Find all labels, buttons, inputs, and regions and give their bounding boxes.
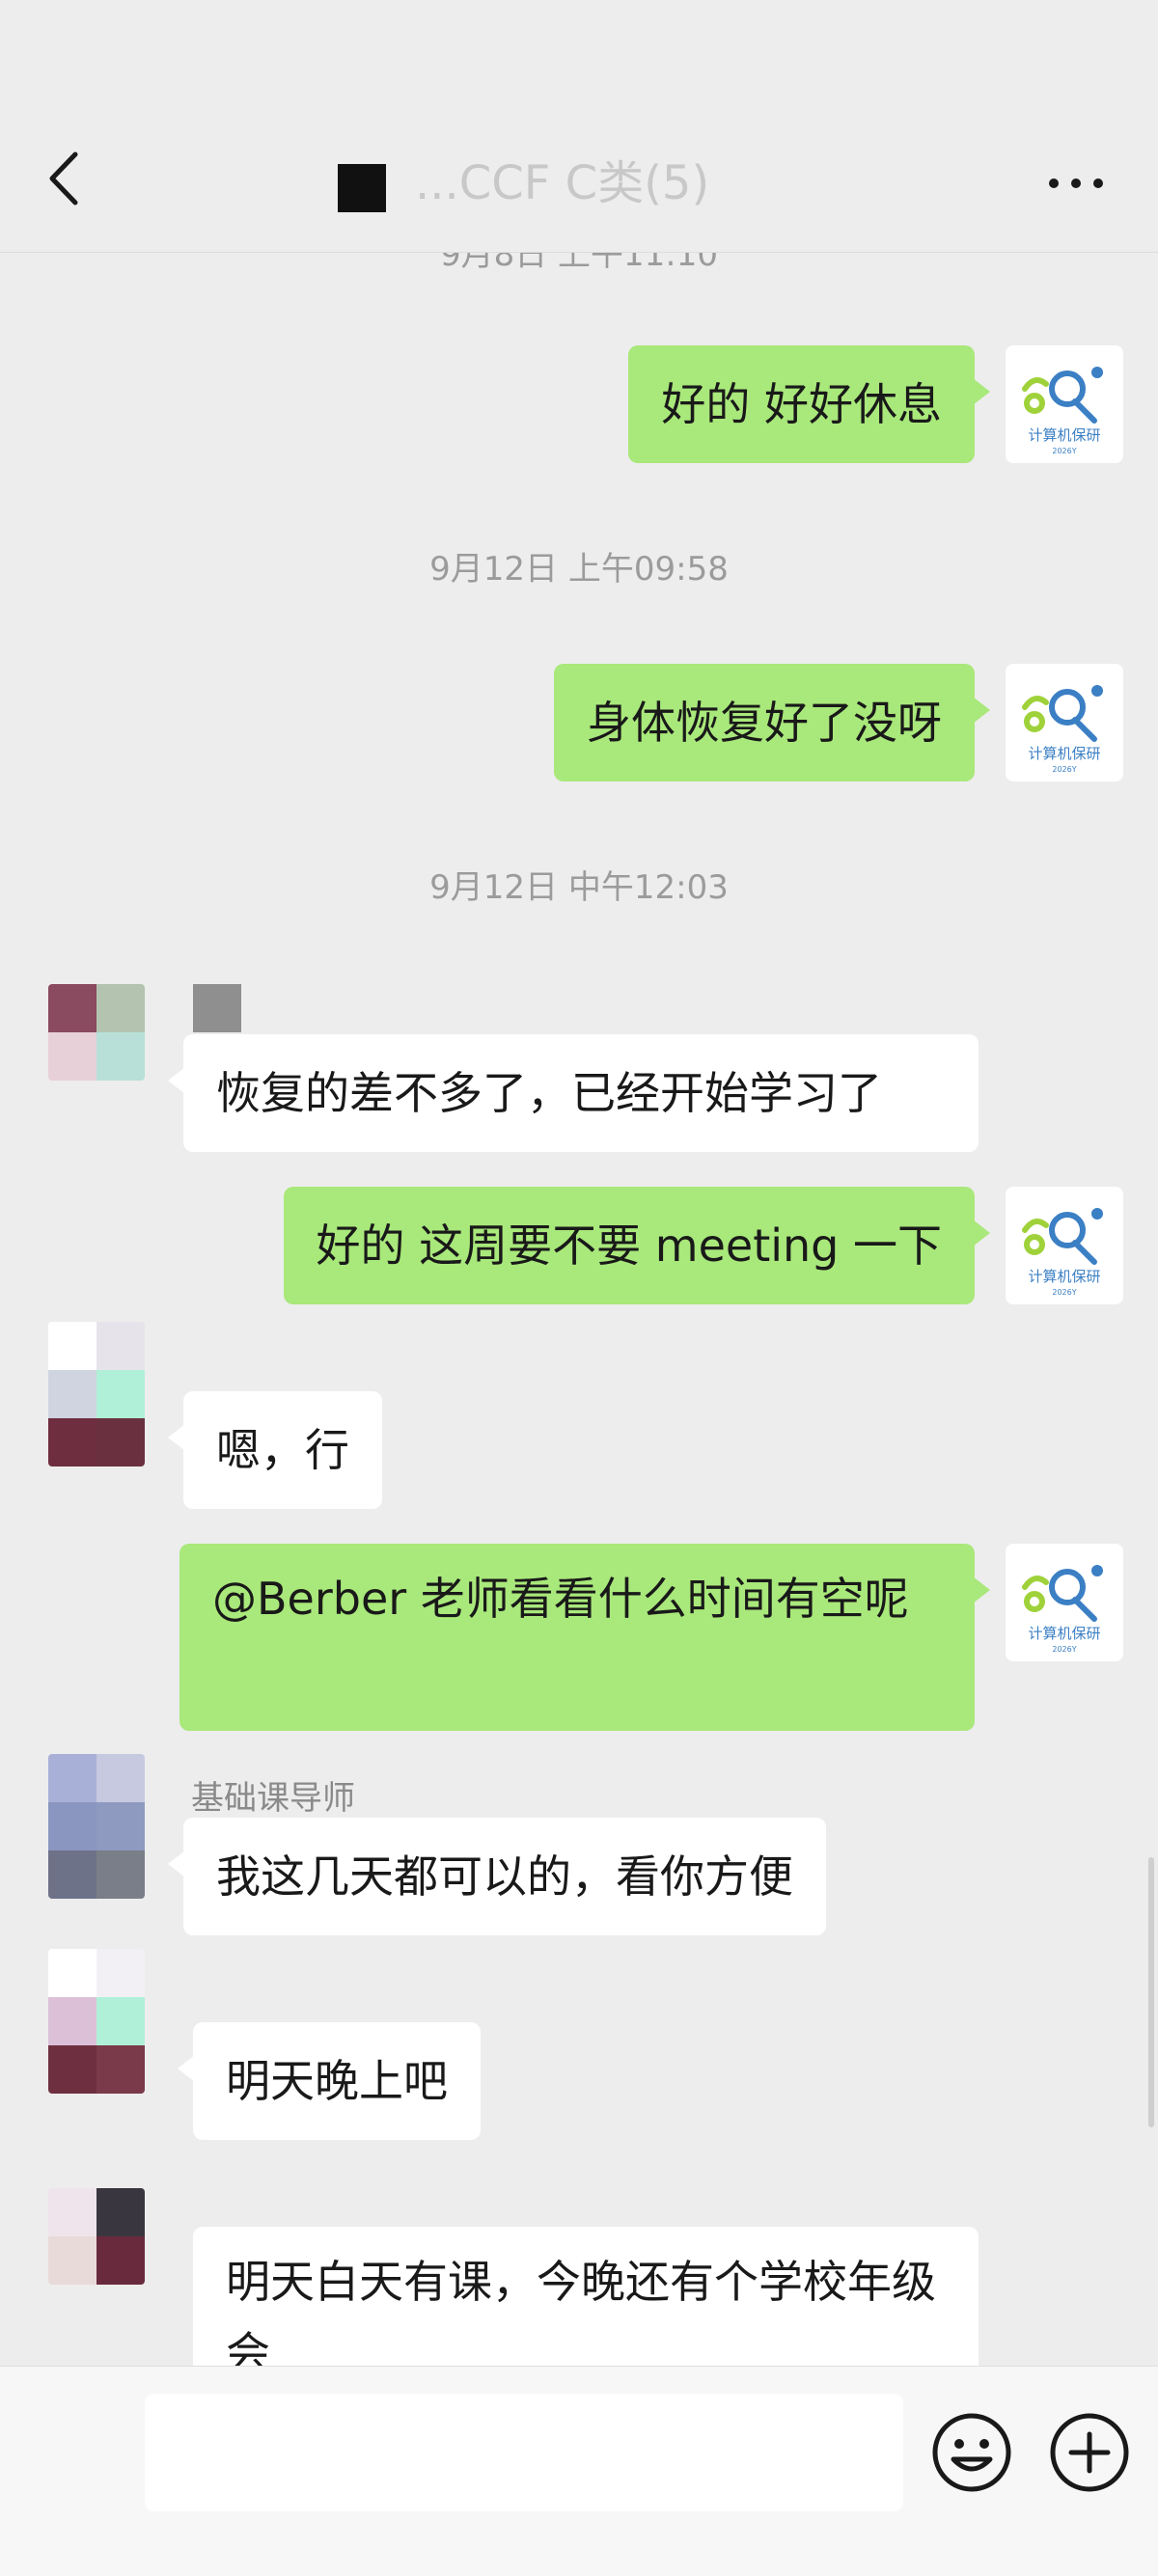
svg-text:计算机保研: 计算机保研	[1028, 1625, 1100, 1642]
more-button[interactable]	[1042, 154, 1110, 212]
message-bubble-received[interactable]: 恢复的差不多了，已经开始学习了	[168, 1034, 979, 1152]
plus-button[interactable]	[1048, 2411, 1131, 2494]
avatar-other[interactable]	[48, 984, 145, 1081]
avatar-mosaic	[48, 1322, 145, 1466]
timestamp: 9月12日 中午12:03	[429, 868, 729, 907]
message-bubble-sent[interactable]: @Berber 老师看看什么时间有空呢	[179, 1544, 990, 1731]
avatar-self[interactable]: 计算机保研 2026Y	[1006, 1544, 1123, 1661]
message-bubble-received[interactable]: 明天晚上吧	[178, 2022, 481, 2140]
message-bubble-received[interactable]: 我这几天都可以的，看你方便	[168, 1818, 826, 1935]
sender-name-redaction	[193, 984, 241, 1032]
input-bar	[0, 2366, 1158, 2576]
avatar-other[interactable]	[48, 2188, 145, 2285]
message-bubble-received[interactable]: 嗯，行	[168, 1391, 382, 1509]
logo-icon: 计算机保研 2026Y	[1022, 367, 1103, 455]
avatar-mosaic	[48, 2188, 145, 2285]
sender-name: 基础课导师	[191, 1779, 355, 1818]
scrollbar[interactable]	[1148, 1857, 1154, 2127]
chevron-left-icon	[49, 151, 78, 206]
avatar-other[interactable]	[48, 1754, 145, 1899]
logo-icon: 计算机保研 2026Y	[1022, 1208, 1103, 1297]
avatar-self[interactable]: 计算机保研 2026Y	[1006, 345, 1123, 463]
message-bubble-sent[interactable]: 身体恢复好了没呀	[554, 664, 990, 781]
avatar-other[interactable]	[48, 1949, 145, 2094]
plus-circle-icon	[1050, 2413, 1129, 2492]
avatar-other[interactable]	[48, 1322, 145, 1466]
svg-text:计算机保研: 计算机保研	[1028, 1268, 1100, 1285]
avatar-mosaic	[48, 1949, 145, 2094]
message-bubble-sent[interactable]: 好的 好好休息	[628, 345, 990, 463]
logo-icon: 计算机保研 2026Y	[1022, 685, 1103, 774]
avatar-mosaic	[48, 984, 145, 1081]
svg-text:2026Y: 2026Y	[1052, 765, 1076, 774]
message-bubble-sent[interactable]: 好的 这周要不要 meeting 一下	[283, 1187, 991, 1304]
svg-text:计算机保研: 计算机保研	[1028, 426, 1100, 444]
svg-text:计算机保研: 计算机保研	[1028, 745, 1100, 762]
svg-text:2026Y: 2026Y	[1052, 1645, 1076, 1654]
logo-icon: 计算机保研 2026Y	[1022, 1565, 1103, 1654]
title-redaction	[338, 164, 386, 212]
chat-title: ...CCF C类(5)	[415, 156, 710, 210]
more-horizontal-icon	[1049, 178, 1103, 188]
svg-text:2026Y: 2026Y	[1052, 1288, 1076, 1297]
emoji-button[interactable]	[930, 2411, 1013, 2494]
avatar-self[interactable]: 计算机保研 2026Y	[1006, 1187, 1123, 1304]
message-input[interactable]	[145, 2394, 903, 2511]
smiley-icon	[932, 2413, 1011, 2492]
chat-header: ...CCF C类(5)	[0, 0, 1158, 253]
avatar-mosaic	[48, 1754, 145, 1899]
back-button[interactable]	[39, 145, 96, 212]
timestamp: 9月12日 上午09:58	[429, 550, 729, 589]
svg-text:2026Y: 2026Y	[1052, 447, 1076, 455]
avatar-self[interactable]: 计算机保研 2026Y	[1006, 664, 1123, 781]
